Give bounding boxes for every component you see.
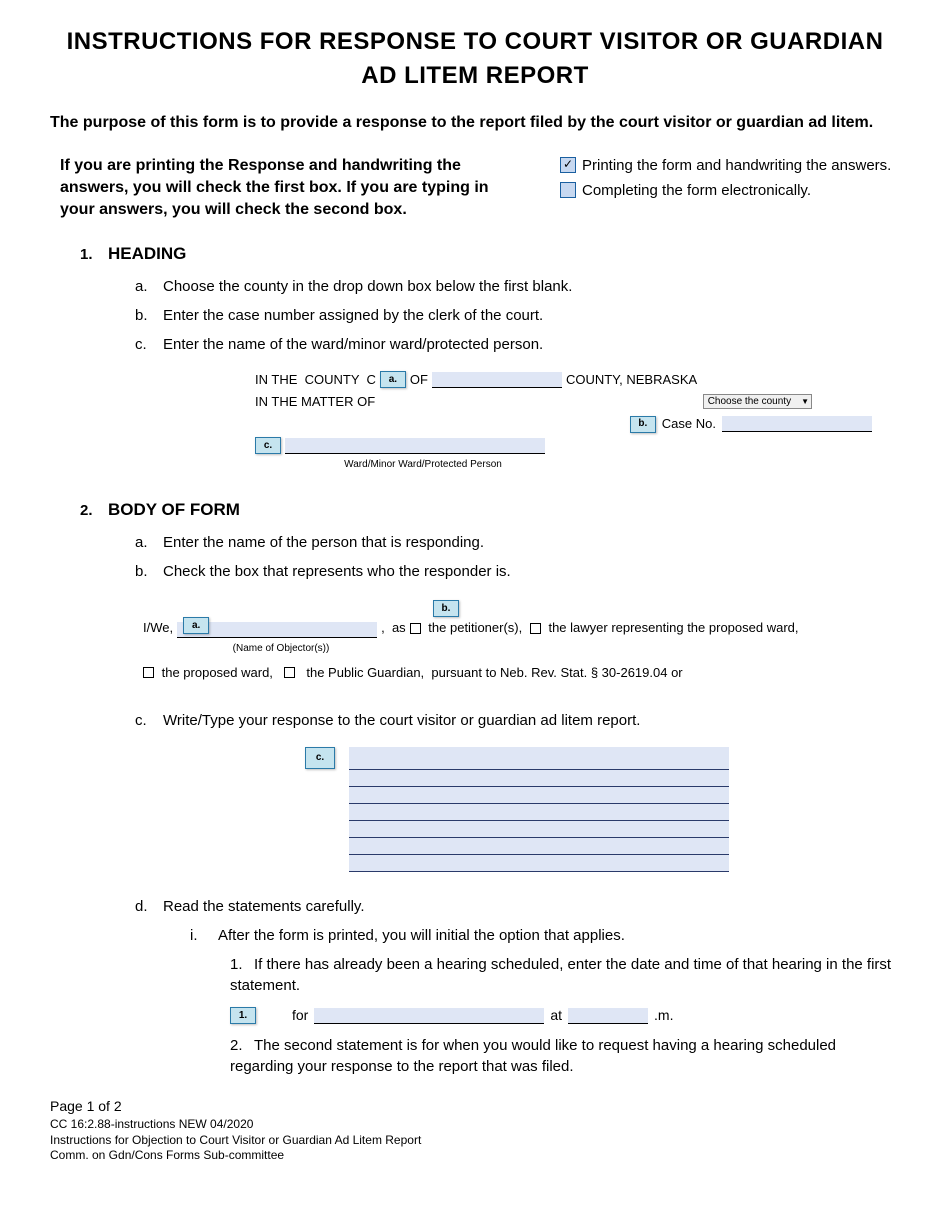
instruction-item: c.Enter the name of the ward/minor ward/… <box>135 334 900 355</box>
ex-text: COUNTY, NEBRASKA <box>566 371 697 389</box>
item-text: The second statement is for when you wou… <box>230 1037 836 1075</box>
item-letter: c. <box>135 710 163 731</box>
footer-line: Instructions for Objection to Court Visi… <box>50 1133 900 1149</box>
item-text: Enter the name of the ward/minor ward/pr… <box>163 336 543 353</box>
item-roman: i. <box>190 925 218 946</box>
checkbox-lawyer[interactable] <box>530 623 541 634</box>
hearing-example: 1. for at .m. <box>230 1006 900 1026</box>
instruction-item: a.Choose the county in the drop down box… <box>135 276 900 297</box>
footer-line: CC 16:2.88-instructions NEW 04/2020 <box>50 1117 900 1133</box>
ex-text: OF <box>410 371 428 389</box>
county-blank[interactable] <box>432 372 562 388</box>
ex-text: the Public Guardian, pursuant to Neb. Re… <box>299 664 683 682</box>
callout-b: b. <box>630 416 656 433</box>
checkbox-petitioner[interactable] <box>410 623 421 634</box>
purpose-text: The purpose of this form is to provide a… <box>50 112 900 134</box>
heading-example: IN THE COUNTY C a. OF COUNTY, NEBRASKA I… <box>135 363 900 483</box>
section-heading: 1.HEADING a.Choose the county in the dro… <box>80 242 900 482</box>
ex-text: I/We, <box>143 619 173 637</box>
footer-line: Comm. on Gdn/Cons Forms Sub-committee <box>50 1148 900 1164</box>
ex-text: Case No. <box>662 415 716 433</box>
response-example: c. <box>135 739 900 882</box>
item-letter: c. <box>135 334 163 355</box>
ex-text: for <box>292 1006 308 1026</box>
body-example-1: b. I/We, a. , as the petitioner(s), the … <box>135 590 900 696</box>
callout-a: a. <box>183 617 209 634</box>
item-text: Enter the name of the person that is res… <box>163 534 484 551</box>
page-footer: Page 1 of 2 CC 16:2.88-instructions NEW … <box>50 1097 900 1163</box>
checkbox-icon <box>560 182 576 198</box>
ward-sublabel: Ward/Minor Ward/Protected Person <box>283 458 563 472</box>
instruction-subitem: i.After the form is printed, you will in… <box>190 925 900 1078</box>
item-number: 2. <box>230 1035 254 1056</box>
instruction-item: b.Enter the case number assigned by the … <box>135 305 900 326</box>
hearing-date-blank[interactable] <box>314 1008 544 1024</box>
instruction-numitem: 1.If there has already been a hearing sc… <box>230 954 900 1026</box>
ex-text: the petitioner(s), <box>425 619 526 637</box>
instruction-item: b.Check the box that represents who the … <box>135 561 900 582</box>
caseno-blank[interactable] <box>722 416 872 432</box>
item-letter: b. <box>135 561 163 582</box>
callout-1: 1. <box>230 1007 256 1024</box>
item-text: Read the statements carefully. <box>163 898 365 915</box>
objector-sublabel: (Name of Objector(s)) <box>181 642 381 656</box>
item-text: Check the box that represents who the re… <box>163 563 511 580</box>
item-text: Choose the county in the drop down box b… <box>163 278 572 295</box>
mode-instruction: If you are printing the Response and han… <box>50 155 525 222</box>
item-letter: b. <box>135 305 163 326</box>
checkbox-proposed-ward[interactable] <box>143 667 154 678</box>
response-text-area[interactable] <box>349 747 729 872</box>
ex-text: , as <box>381 619 406 637</box>
instruction-item: d.Read the statements carefully. i.After… <box>135 896 900 1078</box>
item-letter: a. <box>135 276 163 297</box>
item-text: After the form is printed, you will init… <box>218 927 625 944</box>
ex-text: at <box>550 1006 562 1026</box>
section-title: BODY OF FORM <box>108 500 240 519</box>
item-letter: d. <box>135 896 163 917</box>
item-text: Enter the case number assigned by the cl… <box>163 307 543 324</box>
ward-blank[interactable] <box>285 438 545 454</box>
page-number: Page 1 of 2 <box>50 1097 900 1117</box>
checkbox-icon <box>560 157 576 173</box>
ex-text: the lawyer representing the proposed war… <box>545 619 799 637</box>
callout-b: b. <box>433 600 459 617</box>
page-title: INSTRUCTIONS FOR RESPONSE TO COURT VISIT… <box>50 25 900 92</box>
checkbox-public-guardian[interactable] <box>284 667 295 678</box>
instruction-item: a.Enter the name of the person that is r… <box>135 532 900 553</box>
mode-option-electronic[interactable]: Completing the form electronically. <box>560 180 900 201</box>
callout-c: c. <box>255 437 281 454</box>
section-body: 2.BODY OF FORM a.Enter the name of the p… <box>80 498 900 1077</box>
callout-a: a. <box>380 371 406 388</box>
section-title: HEADING <box>108 244 186 263</box>
callout-c: c. <box>305 747 335 769</box>
item-number: 1. <box>230 954 254 975</box>
mode-option-label: Completing the form electronically. <box>582 180 811 201</box>
mode-option-print[interactable]: Printing the form and handwriting the an… <box>560 155 900 176</box>
item-text: If there has already been a hearing sche… <box>230 956 891 994</box>
county-dropdown[interactable]: Choose the county <box>703 394 812 409</box>
section-number: 1. <box>80 244 108 265</box>
ex-text: IN THE COUNTY C <box>255 371 376 389</box>
instruction-numitem: 2.The second statement is for when you w… <box>230 1035 900 1077</box>
item-letter: a. <box>135 532 163 553</box>
instruction-item: c.Write/Type your response to the court … <box>135 710 900 731</box>
item-text: Write/Type your response to the court vi… <box>163 712 640 729</box>
hearing-time-blank[interactable] <box>568 1008 648 1024</box>
ex-text: .m. <box>654 1006 673 1026</box>
ex-text: the proposed ward, <box>158 664 280 682</box>
section-number: 2. <box>80 500 108 521</box>
mode-option-label: Printing the form and handwriting the an… <box>582 155 891 176</box>
ex-text: IN THE MATTER OF <box>255 393 375 411</box>
